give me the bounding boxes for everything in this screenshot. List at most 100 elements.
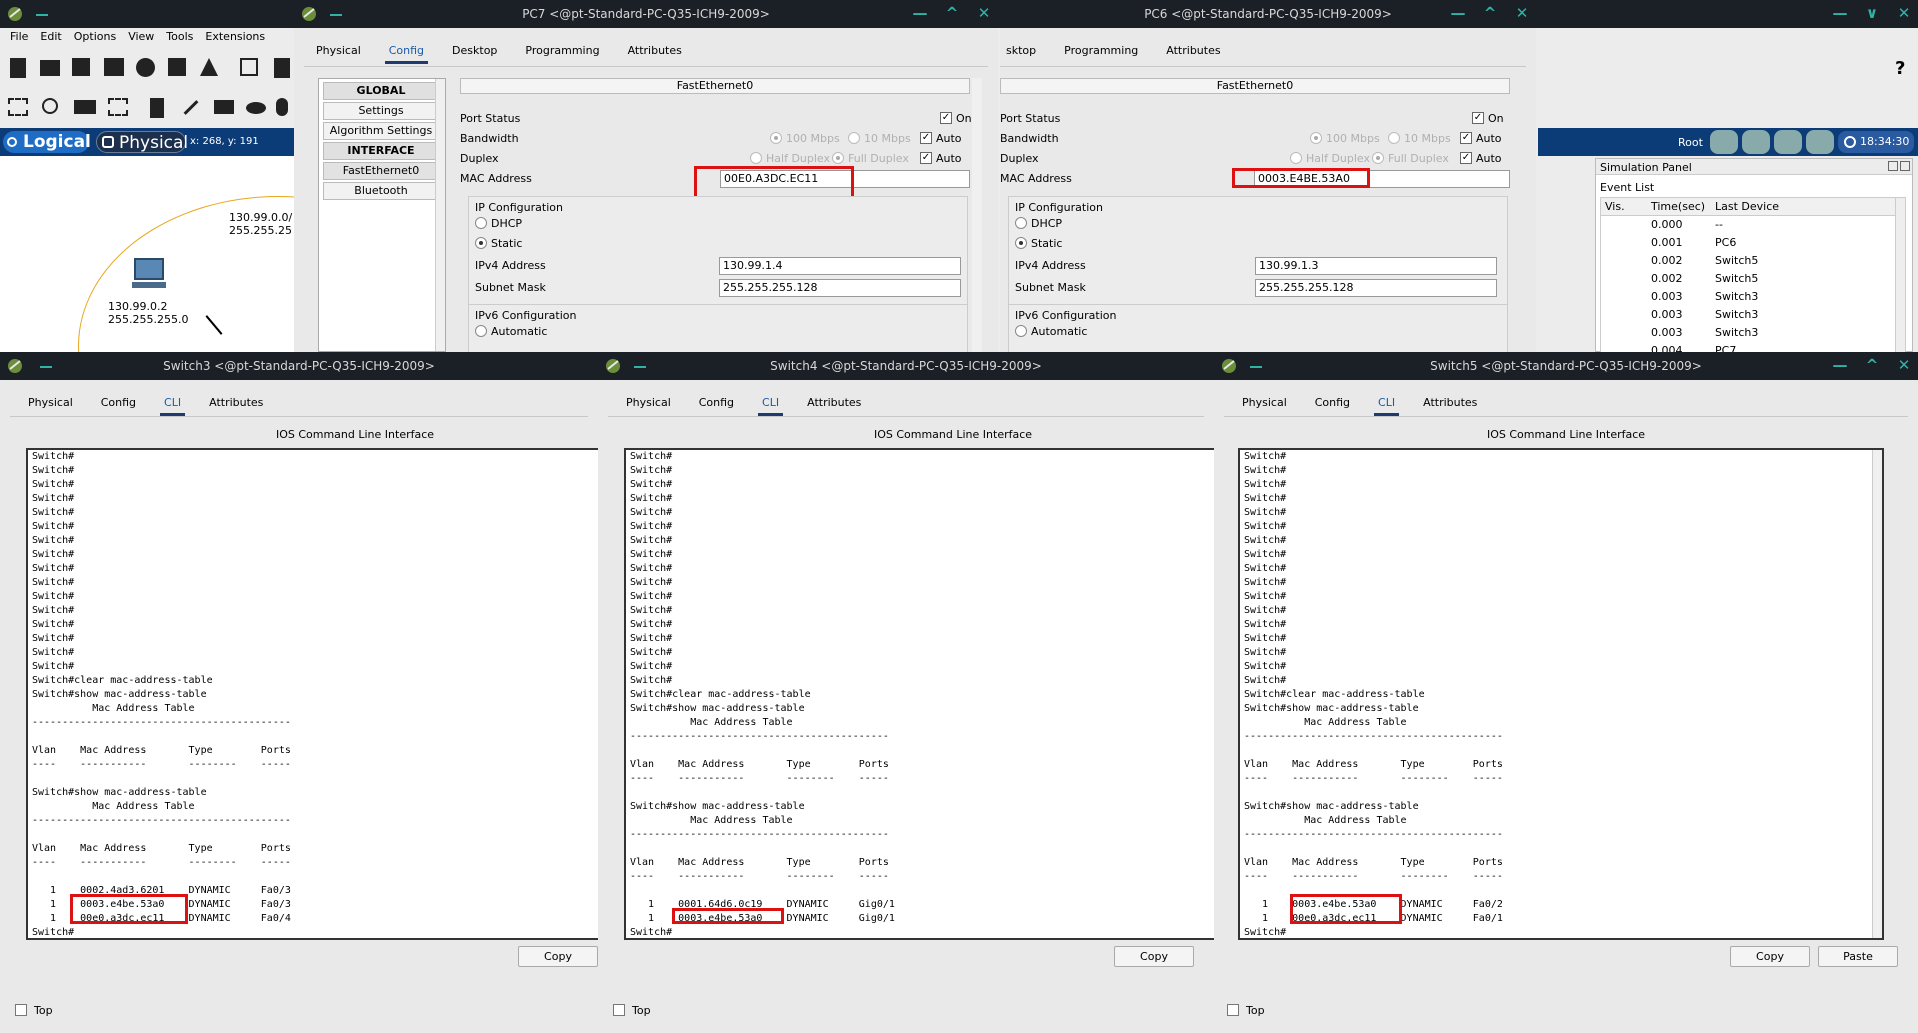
bw-100-radio[interactable] bbox=[1310, 132, 1322, 144]
event-row[interactable]: 0.003 Switch3 bbox=[1601, 324, 1905, 342]
print-icon[interactable] bbox=[104, 58, 124, 76]
new-file-icon[interactable] bbox=[10, 58, 26, 78]
copy-button[interactable]: Copy bbox=[1730, 946, 1810, 967]
minimize-icon[interactable] bbox=[36, 14, 48, 16]
event-row[interactable]: 0.000 -- bbox=[1601, 216, 1905, 234]
tab-attributes[interactable]: Attributes bbox=[195, 392, 277, 414]
side-bluetooth[interactable]: Bluetooth bbox=[323, 182, 439, 200]
event-row[interactable]: 0.001 PC6 bbox=[1601, 234, 1905, 252]
mountain-icon[interactable] bbox=[1806, 130, 1834, 154]
mac-address-field[interactable]: 0003.E4BE.53A0 bbox=[1254, 170, 1510, 188]
full-duplex-radio[interactable] bbox=[832, 152, 844, 164]
activity-wizard-icon[interactable] bbox=[200, 58, 218, 76]
event-row[interactable]: 0.003 Switch3 bbox=[1601, 288, 1905, 306]
move-icon[interactable] bbox=[1774, 130, 1802, 154]
port-on-checkbox[interactable]: ✓ bbox=[940, 112, 952, 124]
tab-config[interactable]: Config bbox=[685, 392, 748, 414]
tab-desktop[interactable]: Desktop bbox=[438, 40, 511, 62]
static-radio[interactable] bbox=[1015, 237, 1027, 249]
event-row[interactable]: 0.004 PC7 bbox=[1601, 342, 1905, 352]
cli-terminal[interactable]: Switch# Switch# Switch# Switch# Switch# … bbox=[1238, 448, 1884, 940]
copy-icon[interactable] bbox=[240, 58, 258, 76]
port-on-checkbox[interactable]: ✓ bbox=[1472, 112, 1484, 124]
bw-auto-checkbox[interactable]: ✓ bbox=[920, 132, 932, 144]
bw-auto-checkbox[interactable]: ✓ bbox=[1460, 132, 1472, 144]
duplex-auto-checkbox[interactable]: ✓ bbox=[1460, 152, 1472, 164]
tab-cli[interactable]: CLI bbox=[1364, 392, 1409, 416]
duplex-auto-checkbox[interactable]: ✓ bbox=[920, 152, 932, 164]
dhcp-radio[interactable] bbox=[1015, 217, 1027, 229]
ipv6-auto-radio[interactable] bbox=[475, 325, 487, 337]
menu-extensions[interactable]: Extensions bbox=[205, 30, 265, 48]
menu-tools[interactable]: Tools bbox=[166, 30, 193, 48]
note-icon[interactable] bbox=[150, 98, 164, 118]
cli-scrollbar[interactable] bbox=[1872, 450, 1882, 938]
menu-file[interactable]: File bbox=[10, 30, 28, 48]
menu-options[interactable]: Options bbox=[74, 30, 116, 48]
tab-attributes[interactable]: Attributes bbox=[1152, 40, 1234, 62]
sim-close-icon[interactable] bbox=[1900, 161, 1910, 171]
side-scrollbar[interactable] bbox=[435, 79, 445, 351]
top-checkbox[interactable] bbox=[613, 1004, 625, 1016]
tab-attributes[interactable]: Attributes bbox=[793, 392, 875, 414]
mac-address-field[interactable]: 00E0.A3DC.EC11 bbox=[720, 170, 970, 188]
minimize-icon[interactable]: — bbox=[1450, 4, 1466, 22]
paste-button[interactable]: Paste bbox=[1818, 946, 1898, 967]
restore-icon[interactable]: ∨ bbox=[1864, 4, 1880, 22]
side-fastethernet0[interactable]: FastEthernet0 bbox=[323, 162, 439, 180]
resize-icon[interactable] bbox=[108, 98, 128, 116]
tab-physical[interactable]: Physical bbox=[1228, 392, 1301, 414]
minimize-icon[interactable]: — bbox=[1832, 356, 1848, 374]
static-radio[interactable] bbox=[475, 237, 487, 249]
tab-physical[interactable]: Physical bbox=[14, 392, 87, 414]
maximize-icon[interactable]: ^ bbox=[1864, 356, 1880, 374]
paste-icon[interactable] bbox=[274, 58, 290, 78]
tab-physical[interactable]: Physical bbox=[612, 392, 685, 414]
iface-scrollbar[interactable] bbox=[972, 78, 982, 352]
tab-config[interactable]: Config bbox=[1301, 392, 1364, 414]
side-settings[interactable]: Settings bbox=[323, 102, 439, 120]
tab-config[interactable]: Config bbox=[87, 392, 150, 414]
event-row[interactable]: 0.003 Switch3 bbox=[1601, 306, 1905, 324]
subnet-mask-field[interactable]: 255.255.255.128 bbox=[1255, 279, 1497, 297]
bw-10-radio[interactable] bbox=[848, 132, 860, 144]
ipv6-auto-radio[interactable] bbox=[1015, 325, 1027, 337]
half-duplex-radio[interactable] bbox=[1290, 152, 1302, 164]
side-algorithm-settings[interactable]: Algorithm Settings bbox=[323, 122, 439, 140]
help-icon[interactable]: ? bbox=[1895, 58, 1905, 79]
select-icon[interactable] bbox=[8, 98, 28, 116]
cli-terminal[interactable]: Switch# Switch# Switch# Switch# Switch# … bbox=[624, 448, 1214, 940]
dhcp-radio[interactable] bbox=[475, 217, 487, 229]
bw-100-radio[interactable] bbox=[770, 132, 782, 144]
tab-cli[interactable]: CLI bbox=[748, 392, 793, 416]
minimize-icon[interactable]: — bbox=[1832, 4, 1848, 22]
event-scrollbar[interactable] bbox=[1895, 198, 1905, 352]
cli-terminal[interactable]: Switch# Switch# Switch# Switch# Switch# … bbox=[26, 448, 598, 940]
event-row[interactable]: 0.002 Switch5 bbox=[1601, 252, 1905, 270]
delete-icon[interactable] bbox=[74, 100, 96, 114]
close-icon[interactable]: ✕ bbox=[1896, 356, 1912, 374]
draw-line-icon[interactable] bbox=[183, 100, 199, 115]
tab-config[interactable]: Config bbox=[375, 40, 438, 64]
half-duplex-radio[interactable] bbox=[750, 152, 762, 164]
maximize-icon[interactable]: ^ bbox=[1482, 4, 1498, 22]
minimize-icon[interactable]: — bbox=[912, 4, 928, 22]
tab-physical[interactable]: Physical bbox=[302, 40, 375, 62]
ipv4-field[interactable]: 130.99.1.4 bbox=[719, 257, 961, 275]
info-icon[interactable] bbox=[136, 58, 155, 77]
pc-device-icon[interactable] bbox=[132, 258, 166, 290]
tab-attributes[interactable]: Attributes bbox=[614, 40, 696, 62]
back-icon[interactable] bbox=[1710, 130, 1738, 154]
ipv4-field[interactable]: 130.99.1.3 bbox=[1255, 257, 1497, 275]
draw-rectangle-icon[interactable] bbox=[214, 100, 234, 114]
menu-edit[interactable]: Edit bbox=[40, 30, 61, 48]
top-checkbox[interactable] bbox=[1227, 1004, 1239, 1016]
top-checkbox[interactable] bbox=[15, 1004, 27, 1016]
open-folder-icon[interactable] bbox=[40, 60, 60, 76]
bw-10-radio[interactable] bbox=[1388, 132, 1400, 144]
event-row[interactable]: 0.002 Switch5 bbox=[1601, 270, 1905, 288]
copy-button[interactable]: Copy bbox=[1114, 946, 1194, 967]
logical-canvas[interactable]: 130.99.0.0/ 255.255.25 130.99.0.2 255.25… bbox=[0, 156, 300, 352]
freeform-icon[interactable] bbox=[276, 98, 288, 116]
network-icon[interactable] bbox=[168, 58, 186, 76]
